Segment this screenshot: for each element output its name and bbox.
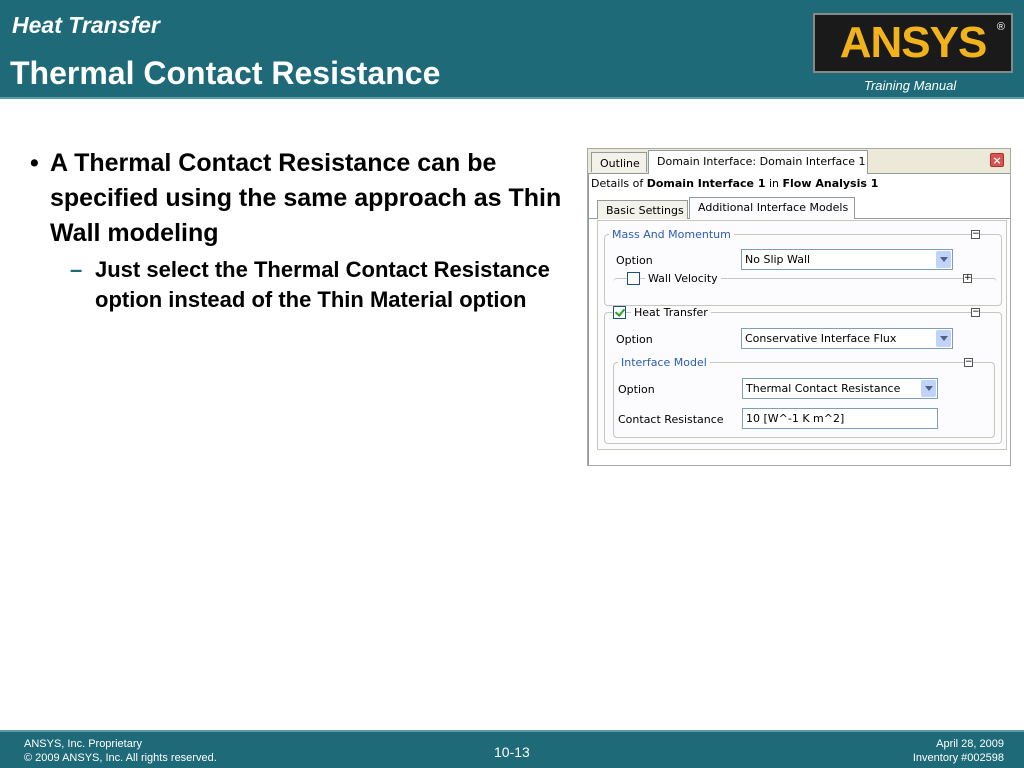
copyright-text: © 2009 ANSYS, Inc. All rights reserved. xyxy=(24,752,217,764)
details-prefix: Details of xyxy=(591,177,647,190)
tab-domain-interface[interactable]: Domain Interface: Domain Interface 1 xyxy=(648,150,868,174)
bullet-text: A Thermal Contact Resistance can be spec… xyxy=(50,149,562,247)
header-divider xyxy=(0,97,1024,99)
wall-velocity-checkbox[interactable] xyxy=(627,272,640,285)
interface-model-option-value: Thermal Contact Resistance xyxy=(746,382,901,395)
heat-transfer-option-select[interactable]: Conservative Interface Flux xyxy=(741,328,953,349)
sub-bullet-text: Just select the Thermal Contact Resistan… xyxy=(95,257,550,312)
page-number: 10-13 xyxy=(494,744,530,760)
expand-wall-velocity-icon[interactable]: + xyxy=(963,274,972,283)
mass-momentum-option-value: No Slip Wall xyxy=(745,253,811,266)
panel-content: Details of Domain Interface 1 in Flow An… xyxy=(588,174,1010,465)
ansys-logo: ANSYS ® xyxy=(813,13,1013,73)
interface-model-option-label: Option xyxy=(618,383,655,396)
contact-resistance-value: 10 [W^-1 K m^2] xyxy=(746,412,845,425)
tab-additional-interface-models[interactable]: Additional Interface Models xyxy=(689,197,855,219)
mass-momentum-legend: Mass And Momentum xyxy=(609,228,734,241)
mass-momentum-option-select[interactable]: No Slip Wall xyxy=(741,249,953,270)
chevron-down-icon[interactable] xyxy=(936,251,951,268)
dash-icon: – xyxy=(70,257,83,282)
chevron-down-icon[interactable] xyxy=(936,330,951,347)
contact-resistance-label: Contact Resistance xyxy=(618,413,724,426)
chevron-down-icon[interactable] xyxy=(921,380,936,397)
heat-transfer-checkbox[interactable] xyxy=(613,306,626,319)
sub-bullet-item: – Just select the Thermal Contact Resist… xyxy=(30,255,570,315)
details-middle: in xyxy=(765,177,783,190)
interface-model-legend: Interface Model xyxy=(618,356,710,369)
tab-outline[interactable]: Outline xyxy=(591,152,647,172)
wall-velocity-group: Wall Velocity + xyxy=(613,272,997,298)
wall-velocity-label: Wall Velocity xyxy=(645,272,721,285)
heat-transfer-option-label: Option xyxy=(616,333,653,346)
bullet-icon: • xyxy=(30,149,39,177)
mass-momentum-group: Mass And Momentum − Option No Slip Wall … xyxy=(604,228,1002,306)
date-text: April 28, 2009 xyxy=(936,738,1004,750)
page-title: Thermal Contact Resistance xyxy=(10,55,441,91)
heat-transfer-option-value: Conservative Interface Flux xyxy=(745,332,897,345)
training-manual-label: Training Manual xyxy=(864,78,957,93)
footer-divider xyxy=(0,730,1024,732)
subtab-bar: Basic Settings Additional Interface Mode… xyxy=(589,196,1010,219)
course-title: Heat Transfer xyxy=(12,12,160,38)
footer-left: ANSYS, Inc. Proprietary © 2009 ANSYS, In… xyxy=(24,737,217,765)
interface-model-group: Interface Model − Option Thermal Contact… xyxy=(613,356,995,438)
settings-form: Mass And Momentum − Option No Slip Wall … xyxy=(597,220,1007,450)
slide-header: Heat Transfer Thermal Contact Resistance… xyxy=(0,0,1024,99)
panel-tab-bar: Outline Domain Interface: Domain Interfa… xyxy=(588,149,1010,174)
footer-right: April 28, 2009 Inventory #002598 xyxy=(913,737,1004,765)
details-heading: Details of Domain Interface 1 in Flow An… xyxy=(591,177,878,190)
logo-text: ANSYS xyxy=(839,18,988,67)
details-analysis: Flow Analysis 1 xyxy=(782,177,879,190)
collapse-heat-transfer-icon[interactable]: − xyxy=(971,308,980,317)
collapse-mass-momentum-icon[interactable]: − xyxy=(971,230,980,239)
close-icon[interactable]: × xyxy=(990,153,1004,167)
proprietary-text: ANSYS, Inc. Proprietary xyxy=(24,738,142,750)
details-object: Domain Interface 1 xyxy=(646,177,766,190)
bullet-list: • A Thermal Contact Resistance can be sp… xyxy=(30,146,570,315)
bullet-item: • A Thermal Contact Resistance can be sp… xyxy=(30,146,570,251)
heat-transfer-label: Heat Transfer xyxy=(631,306,711,319)
registered-mark: ® xyxy=(996,21,1005,33)
inventory-text: Inventory #002598 xyxy=(912,752,1004,764)
mass-momentum-option-label: Option xyxy=(616,254,653,267)
heat-transfer-group: Heat Transfer − Option Conservative Inte… xyxy=(604,306,1002,444)
details-panel: Outline Domain Interface: Domain Interfa… xyxy=(587,148,1011,466)
interface-model-option-select[interactable]: Thermal Contact Resistance xyxy=(742,378,938,399)
contact-resistance-input[interactable]: 10 [W^-1 K m^2] xyxy=(742,408,938,429)
slide-footer: ANSYS, Inc. Proprietary © 2009 ANSYS, In… xyxy=(0,730,1024,768)
tab-basic-settings[interactable]: Basic Settings xyxy=(597,200,688,219)
collapse-interface-model-icon[interactable]: − xyxy=(964,358,973,367)
